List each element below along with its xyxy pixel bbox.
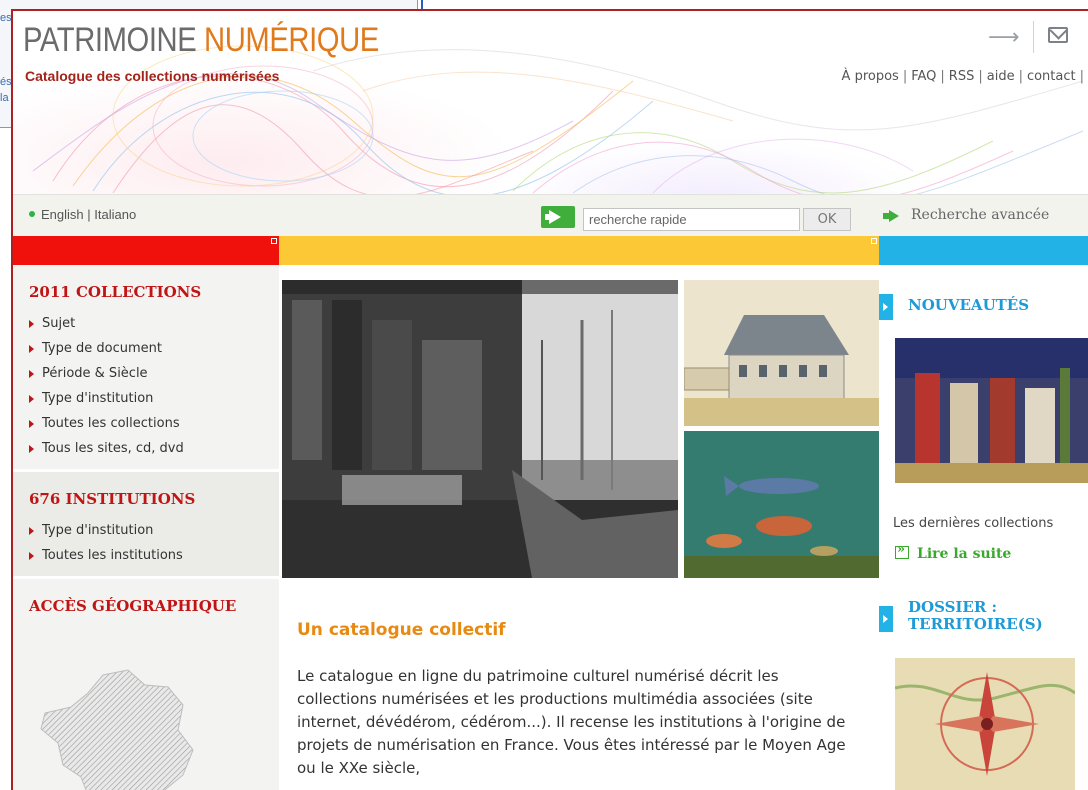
collections-title[interactable]: 2011 COLLECTIONS: [29, 283, 263, 301]
link-contact[interactable]: contact: [1027, 69, 1076, 84]
caret-right-icon: [879, 294, 893, 320]
latest-collections-label: Les dernières collections: [893, 516, 1054, 531]
top-links: À propos | FAQ | RSS | aide | contact |: [841, 69, 1084, 84]
featured-photo-fish[interactable]: [684, 431, 880, 578]
menu-item-sujet[interactable]: Sujet: [29, 311, 263, 336]
arrow-right-icon: [883, 210, 899, 222]
caret-right-icon: [29, 552, 34, 560]
site-header: PATRIMOINE NUMÉRIQUE Catalogue des colle…: [13, 11, 1088, 194]
featured-photo-canal[interactable]: [282, 280, 678, 578]
geo-section: ACCÈS GÉOGRAPHIQUE: [13, 576, 279, 633]
caret-right-icon: [29, 420, 34, 428]
color-band-yellow: [279, 236, 879, 265]
menu-item-sites-cd-dvd[interactable]: Tous les sites, cd, dvd: [29, 436, 263, 461]
caret-right-icon: [29, 527, 34, 535]
lang-english[interactable]: English: [41, 207, 84, 222]
caret-right-icon: [29, 345, 34, 353]
institutions-title[interactable]: 676 INSTITUTIONS: [29, 490, 263, 508]
bullet-icon: [29, 211, 35, 217]
lang-italiano[interactable]: Italiano: [94, 207, 136, 222]
caret-right-icon: [879, 606, 893, 632]
mail-icon[interactable]: [1048, 27, 1068, 43]
caret-right-icon: [29, 395, 34, 403]
arrow-right-icon[interactable]: ⟶: [988, 25, 1020, 50]
left-sidebar: 2011 COLLECTIONS Sujet Type de document …: [13, 265, 279, 790]
menu-item-periode[interactable]: Période & Siècle: [29, 361, 263, 386]
double-chevron-icon: [895, 542, 909, 559]
quick-search-input[interactable]: [583, 208, 800, 231]
caret-right-icon: [29, 445, 34, 453]
link-a-propos[interactable]: À propos: [842, 69, 899, 84]
color-band-blue: [879, 236, 1088, 265]
menu-item-type-institution-2[interactable]: Type d'institution: [29, 518, 263, 543]
collections-section: 2011 COLLECTIONS Sujet Type de document …: [13, 265, 279, 469]
menu-item-toutes-institutions[interactable]: Toutes les institutions: [29, 543, 263, 568]
menu-item-type-document[interactable]: Type de document: [29, 336, 263, 361]
language-switcher: English | Italiano: [29, 207, 136, 222]
background-text-fragment: es: [0, 12, 12, 24]
popup-window: PATRIMOINE NUMÉRIQUE Catalogue des colle…: [11, 9, 1088, 790]
menu-item-type-institution[interactable]: Type d'institution: [29, 386, 263, 411]
dossier-image-compass[interactable]: [895, 658, 1075, 790]
caret-right-icon: [29, 370, 34, 378]
header-divider: [1033, 21, 1034, 53]
main-content: Un catalogue collectif Le catalogue en l…: [279, 265, 880, 790]
article-body: Le catalogue en ligne du patrimoine cult…: [297, 667, 846, 777]
article-title: Un catalogue collectif: [297, 620, 506, 640]
color-band-red: [13, 236, 279, 265]
featured-photo-house[interactable]: [684, 280, 880, 426]
search-ok-button[interactable]: OK: [803, 208, 851, 231]
article: Un catalogue collectif Le catalogue en l…: [297, 620, 857, 780]
advanced-search-link[interactable]: Recherche avancée: [911, 207, 1049, 223]
institutions-section: 676 INSTITUTIONS Type d'institution Tout…: [13, 469, 279, 576]
dossier-title[interactable]: DOSSIER : TERRITOIRE(S): [908, 599, 1043, 633]
search-go-button[interactable]: [541, 206, 575, 228]
background-text-fragment: la: [0, 92, 9, 104]
news-title[interactable]: NOUVEAUTÉS: [908, 297, 1029, 314]
read-more-link[interactable]: Lire la suite: [895, 542, 1011, 562]
link-aide[interactable]: aide: [987, 69, 1015, 84]
caret-right-icon: [29, 320, 34, 328]
news-image[interactable]: [895, 338, 1088, 483]
toolbar: English | Italiano OK Recherche avancée: [13, 194, 1088, 236]
background-text-fragment: és: [0, 76, 12, 88]
right-sidebar: NOUVEAUTÉS Les dernières collections Lir…: [879, 265, 1088, 790]
site-subtitle: Catalogue des collections numérisées: [25, 68, 280, 84]
geo-title[interactable]: ACCÈS GÉOGRAPHIQUE: [29, 597, 263, 615]
link-faq[interactable]: FAQ: [911, 69, 936, 84]
site-logo[interactable]: PATRIMOINE NUMÉRIQUE: [23, 21, 379, 60]
france-map[interactable]: [33, 665, 203, 790]
link-rss[interactable]: RSS: [949, 69, 975, 84]
menu-item-toutes-collections[interactable]: Toutes les collections: [29, 411, 263, 436]
